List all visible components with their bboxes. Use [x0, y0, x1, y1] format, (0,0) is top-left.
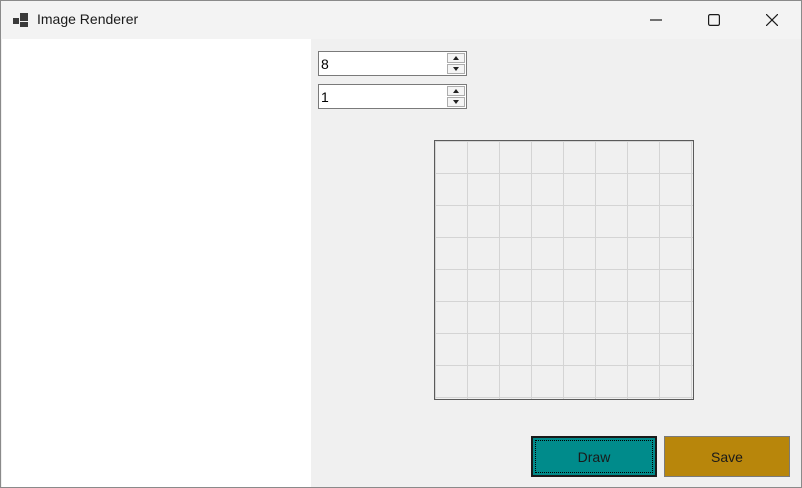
save-button[interactable]: Save	[664, 436, 790, 477]
grid-size-input[interactable]	[319, 52, 449, 75]
app-window: Image Renderer Draw Save	[0, 0, 802, 488]
window-title: Image Renderer	[37, 11, 139, 27]
pixel-grid-canvas[interactable]	[434, 140, 694, 400]
pixel-scale-down-button[interactable]	[447, 97, 465, 107]
maximize-button[interactable]	[685, 1, 743, 39]
close-icon	[766, 14, 778, 26]
pixel-scale-input[interactable]	[319, 85, 449, 108]
grid-size-down-button[interactable]	[447, 64, 465, 74]
app-icon	[13, 13, 28, 27]
image-preview-panel	[2, 39, 311, 487]
minimize-button[interactable]	[627, 1, 685, 39]
title-bar[interactable]: Image Renderer	[1, 1, 801, 39]
arrow-up-icon	[453, 89, 459, 93]
arrow-up-icon	[453, 56, 459, 60]
grid-size-up-button[interactable]	[447, 53, 465, 63]
grid-size-spin	[447, 53, 465, 74]
arrow-down-icon	[453, 67, 459, 71]
grid-size-stepper[interactable]	[318, 51, 467, 76]
minimize-icon	[650, 19, 662, 21]
arrow-down-icon	[453, 100, 459, 104]
pixel-scale-up-button[interactable]	[447, 86, 465, 96]
maximize-icon	[708, 14, 720, 26]
pixel-scale-spin	[447, 86, 465, 107]
draw-button[interactable]: Draw	[531, 436, 657, 477]
close-button[interactable]	[743, 1, 801, 39]
pixel-scale-stepper[interactable]	[318, 84, 467, 109]
